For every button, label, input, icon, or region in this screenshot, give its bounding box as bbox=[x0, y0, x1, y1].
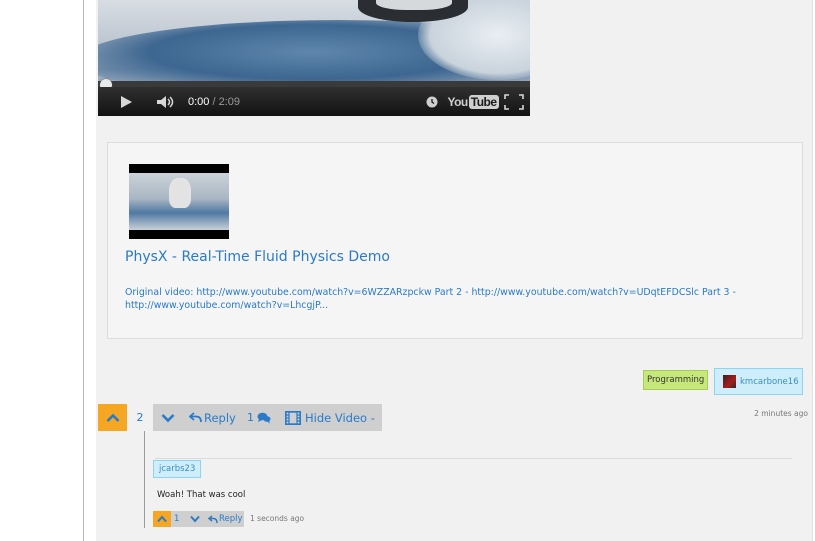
left-divider bbox=[83, 0, 84, 541]
reply-icon bbox=[208, 514, 218, 524]
film-icon bbox=[285, 410, 301, 425]
video-title-link[interactable]: PhysX - Real-Time Fluid Physics Demo bbox=[125, 249, 390, 265]
reply-button[interactable]: Reply bbox=[189, 404, 236, 431]
chevron-down-icon bbox=[161, 413, 175, 422]
thread-line bbox=[144, 431, 145, 528]
comment-divider bbox=[155, 458, 792, 459]
category-tag[interactable]: Programming bbox=[643, 370, 709, 390]
video-description[interactable]: Original video: http://www.youtube.com/w… bbox=[125, 286, 785, 312]
clock-icon[interactable] bbox=[425, 87, 439, 116]
chevron-down-icon bbox=[190, 515, 200, 523]
comment-timestamp: 1 seconds ago bbox=[250, 514, 305, 523]
play-icon[interactable] bbox=[116, 87, 136, 116]
downvote-button[interactable] bbox=[158, 404, 178, 431]
reply-icon bbox=[189, 412, 202, 423]
post-score: 2 bbox=[136, 411, 144, 424]
duration: 2:09 bbox=[218, 95, 241, 108]
chevron-up-icon bbox=[106, 413, 119, 422]
author-tag[interactable]: kmcarbone16 bbox=[714, 368, 803, 395]
comment-text: Woah! That was cool bbox=[157, 490, 246, 500]
comments-toggle[interactable]: 1 bbox=[247, 404, 271, 431]
avatar bbox=[723, 375, 736, 388]
comments-icon bbox=[257, 412, 271, 424]
author-name: kmcarbone16 bbox=[740, 376, 799, 387]
comment-score: 1 bbox=[174, 514, 180, 524]
youtube-logo-tube: Tube bbox=[468, 94, 499, 109]
current-time: 0:00 bbox=[188, 95, 210, 108]
post-right-border bbox=[812, 0, 813, 541]
reply-label: Reply bbox=[204, 410, 236, 425]
youtube-logo-you: You bbox=[447, 94, 468, 109]
thumbnail-figure bbox=[169, 178, 191, 208]
video-controls: 0:00 / 2:09 You Tube bbox=[98, 87, 530, 116]
volume-icon[interactable] bbox=[155, 87, 177, 116]
youtube-logo[interactable]: You Tube bbox=[447, 87, 499, 116]
comment-upvote-button[interactable] bbox=[153, 511, 171, 527]
hide-video-label: Hide Video - bbox=[305, 410, 375, 425]
comment-count: 1 bbox=[247, 411, 254, 424]
post-timestamp: 2 minutes ago bbox=[754, 409, 808, 418]
upvote-button[interactable] bbox=[98, 404, 127, 431]
chevron-up-icon bbox=[157, 515, 167, 523]
time-separator: / bbox=[209, 95, 219, 108]
video-time: 0:00 / 2:09 bbox=[188, 87, 240, 116]
comment-reply-label: Reply bbox=[219, 514, 243, 524]
hide-video-button[interactable]: Hide Video - bbox=[285, 404, 375, 431]
comment-reply-button[interactable]: Reply bbox=[208, 511, 243, 527]
video-thumbnail[interactable] bbox=[129, 164, 229, 239]
comment-author-tag[interactable]: jcarbs23 bbox=[153, 460, 202, 478]
fullscreen-icon[interactable] bbox=[503, 87, 525, 116]
comment-downvote-button[interactable] bbox=[188, 511, 202, 527]
page: 0:00 / 2:09 You Tube PhysX - Real-Time Fl… bbox=[0, 0, 815, 541]
